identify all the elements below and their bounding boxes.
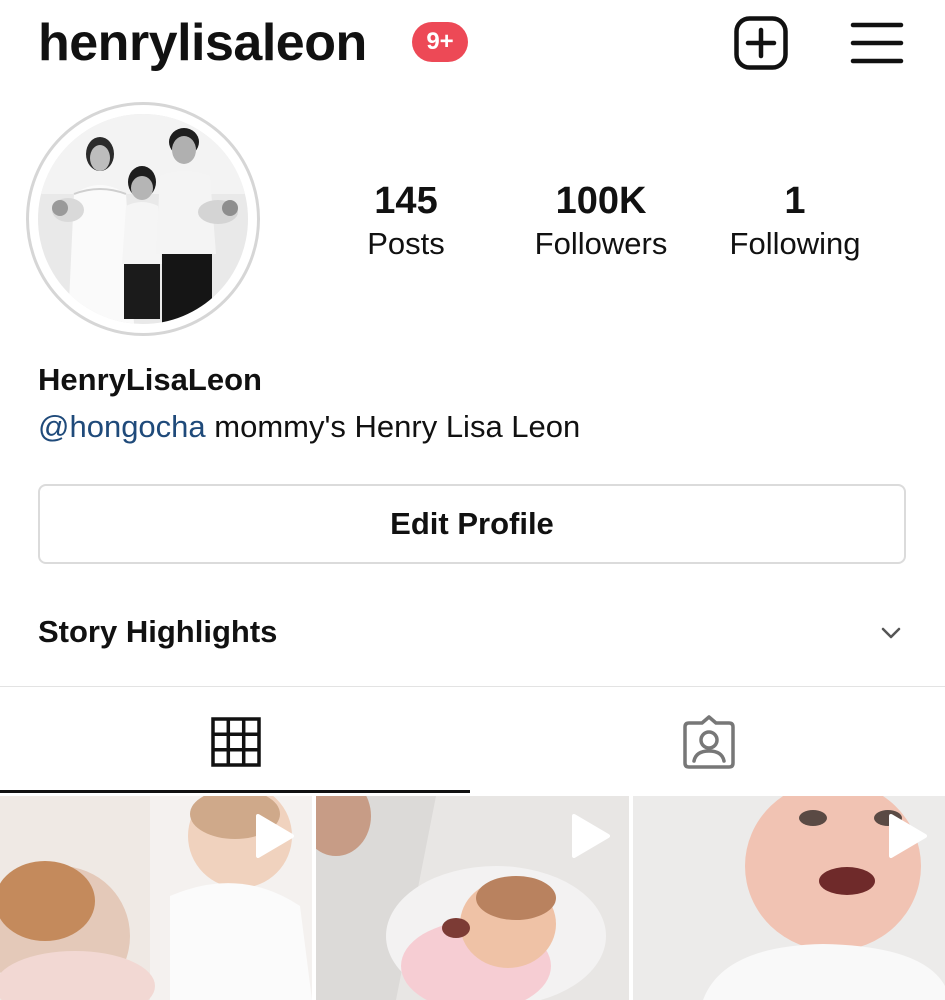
post-thumbnail[interactable] <box>316 796 629 1000</box>
tab-tagged[interactable] <box>470 687 945 793</box>
posts-count[interactable]: 145 Posts <box>346 178 466 264</box>
post-thumbnail[interactable] <box>0 796 312 1000</box>
chevron-down-icon <box>881 627 901 639</box>
followers-count-value: 100K <box>555 180 647 222</box>
posts-count-label: Posts <box>367 226 445 261</box>
hamburger-menu-icon <box>850 22 904 64</box>
bio: @hongocha mommy's Henry Lisa Leon <box>38 407 580 447</box>
tab-posts-grid[interactable] <box>0 687 470 793</box>
profile-header: henrylisaleon 9+ <box>0 0 945 90</box>
following-count-value: 1 <box>784 180 806 222</box>
highlights-toggle[interactable] <box>878 620 904 646</box>
plus-square-icon <box>734 16 788 70</box>
edit-profile-button[interactable]: Edit Profile <box>38 484 906 564</box>
following-count-label: Following <box>729 226 861 261</box>
profile-username[interactable]: henrylisaleon <box>38 8 367 78</box>
following-count[interactable]: 1 Following <box>712 178 878 264</box>
play-icon <box>256 814 294 858</box>
play-icon <box>889 814 927 858</box>
posts-count-value: 145 <box>374 180 438 222</box>
notification-badge[interactable]: 9+ <box>412 22 468 62</box>
bio-mention-link[interactable]: @hongocha <box>38 409 206 444</box>
followers-count-label: Followers <box>534 226 668 261</box>
new-post-button[interactable] <box>733 15 789 71</box>
story-highlights-label[interactable]: Story Highlights <box>38 612 277 652</box>
tagged-person-icon <box>683 715 735 769</box>
display-name: HenryLisaLeon <box>38 362 262 397</box>
avatar[interactable] <box>38 114 248 324</box>
post-thumbnail[interactable] <box>633 796 945 1000</box>
play-icon <box>572 814 610 858</box>
grid-icon <box>211 717 261 767</box>
menu-button[interactable] <box>850 19 904 67</box>
bio-text: mommy's Henry Lisa Leon <box>205 409 581 444</box>
followers-count[interactable]: 100K Followers <box>520 178 682 264</box>
active-tab-indicator <box>0 790 470 793</box>
family-portrait-avatar <box>38 114 248 324</box>
